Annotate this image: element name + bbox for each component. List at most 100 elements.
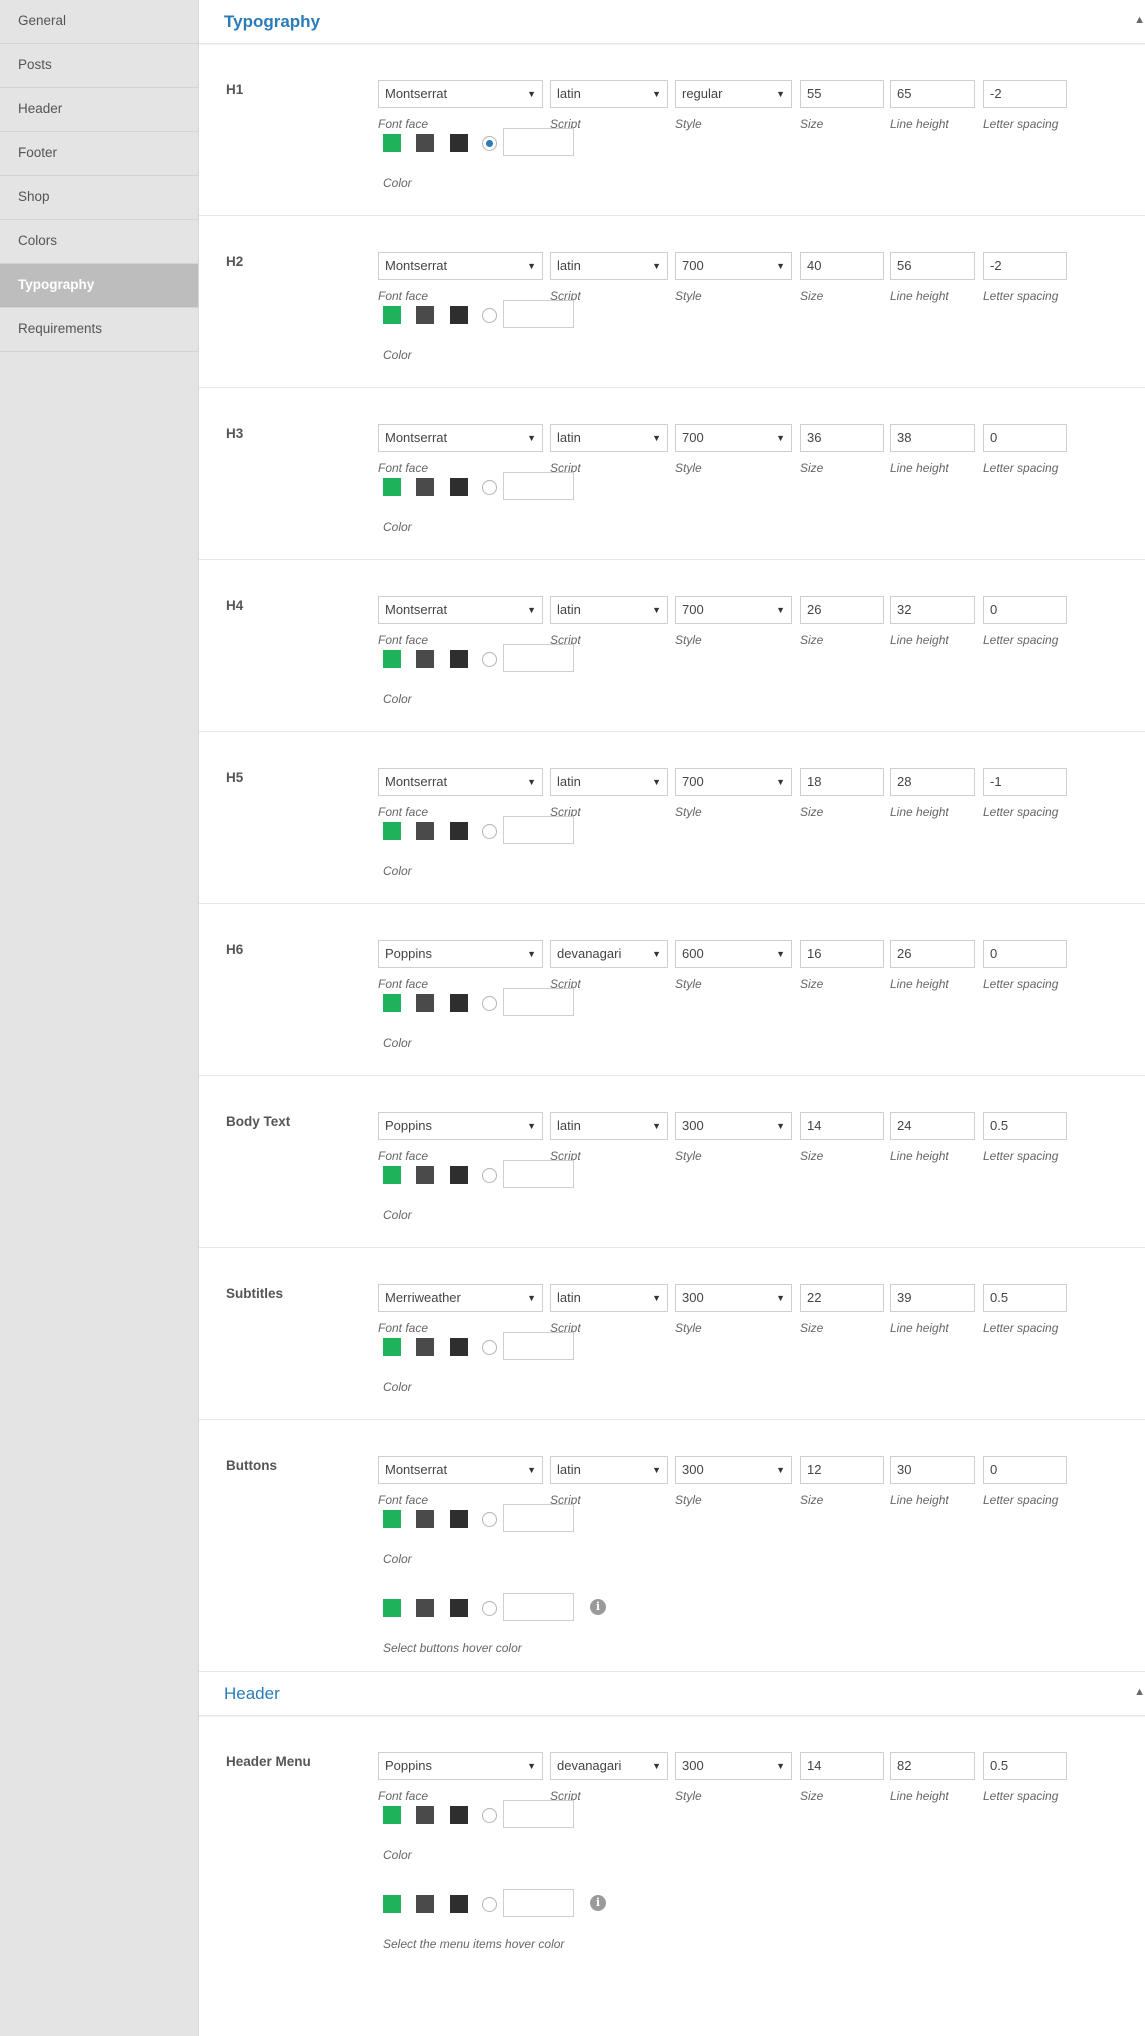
size-input[interactable]: 40 <box>800 252 884 280</box>
swatch-dark-gray[interactable] <box>416 306 434 324</box>
swatch-green[interactable] <box>383 994 401 1012</box>
font-face-select[interactable]: Montserrat ▼ <box>378 424 543 452</box>
swatch-green[interactable] <box>383 1895 401 1913</box>
size-input[interactable]: 22 <box>800 1284 884 1312</box>
swatch-dark-gray[interactable] <box>416 1338 434 1356</box>
swatch-charcoal[interactable] <box>450 134 468 152</box>
swatch-green[interactable] <box>383 1806 401 1824</box>
script-select[interactable]: latin ▼ <box>550 596 668 624</box>
swatch-charcoal[interactable] <box>450 1806 468 1824</box>
custom-color-radio[interactable] <box>482 308 497 323</box>
size-input[interactable]: 14 <box>800 1112 884 1140</box>
color-hex-input[interactable] <box>503 816 574 844</box>
sidebar-item-colors[interactable]: Colors <box>0 220 198 264</box>
custom-color-radio[interactable] <box>482 480 497 495</box>
swatch-green[interactable] <box>383 134 401 152</box>
swatch-charcoal[interactable] <box>450 650 468 668</box>
line-height-input[interactable]: 39 <box>890 1284 975 1312</box>
font-face-select[interactable]: Montserrat ▼ <box>378 1456 543 1484</box>
color-hex-input[interactable] <box>503 1332 574 1360</box>
swatch-dark-gray[interactable] <box>416 1599 434 1617</box>
collapse-icon[interactable]: ▲ <box>1134 14 1145 26</box>
style-select[interactable]: regular ▼ <box>675 80 792 108</box>
script-select[interactable]: devanagari ▼ <box>550 1752 668 1780</box>
sidebar-item-shop[interactable]: Shop <box>0 176 198 220</box>
custom-color-radio[interactable] <box>482 1340 497 1355</box>
collapse-icon[interactable]: ▲ <box>1134 1686 1145 1698</box>
swatch-charcoal[interactable] <box>450 1895 468 1913</box>
sidebar-item-general[interactable]: General <box>0 0 198 44</box>
custom-color-radio[interactable] <box>482 1601 497 1616</box>
custom-color-radio[interactable] <box>482 1808 497 1823</box>
font-face-select[interactable]: Merriweather ▼ <box>378 1284 543 1312</box>
script-select[interactable]: latin ▼ <box>550 80 668 108</box>
swatch-green[interactable] <box>383 1166 401 1184</box>
sidebar-item-posts[interactable]: Posts <box>0 44 198 88</box>
swatch-charcoal[interactable] <box>450 478 468 496</box>
line-height-input[interactable]: 82 <box>890 1752 975 1780</box>
swatch-charcoal[interactable] <box>450 1599 468 1617</box>
script-select[interactable]: latin ▼ <box>550 1284 668 1312</box>
line-height-input[interactable]: 65 <box>890 80 975 108</box>
script-select[interactable]: latin ▼ <box>550 768 668 796</box>
swatch-green[interactable] <box>383 1338 401 1356</box>
line-height-input[interactable]: 38 <box>890 424 975 452</box>
letter-spacing-input[interactable]: 0 <box>983 940 1067 968</box>
swatch-charcoal[interactable] <box>450 1338 468 1356</box>
size-input[interactable]: 18 <box>800 768 884 796</box>
swatch-dark-gray[interactable] <box>416 994 434 1012</box>
style-select[interactable]: 700 ▼ <box>675 424 792 452</box>
color-hex-input[interactable] <box>503 1504 574 1532</box>
swatch-green[interactable] <box>383 478 401 496</box>
letter-spacing-input[interactable]: -2 <box>983 80 1067 108</box>
swatch-charcoal[interactable] <box>450 1166 468 1184</box>
swatch-charcoal[interactable] <box>450 306 468 324</box>
custom-color-radio[interactable] <box>482 1512 497 1527</box>
letter-spacing-input[interactable]: -1 <box>983 768 1067 796</box>
script-select[interactable]: latin ▼ <box>550 424 668 452</box>
line-height-input[interactable]: 28 <box>890 768 975 796</box>
font-face-select[interactable]: Poppins ▼ <box>378 940 543 968</box>
color-hex-input[interactable] <box>503 1800 574 1828</box>
font-face-select[interactable]: Poppins ▼ <box>378 1112 543 1140</box>
swatch-charcoal[interactable] <box>450 994 468 1012</box>
style-select[interactable]: 700 ▼ <box>675 596 792 624</box>
swatch-green[interactable] <box>383 1599 401 1617</box>
letter-spacing-input[interactable]: 0 <box>983 424 1067 452</box>
swatch-dark-gray[interactable] <box>416 1166 434 1184</box>
letter-spacing-input[interactable]: 0.5 <box>983 1752 1067 1780</box>
sidebar-item-footer[interactable]: Footer <box>0 132 198 176</box>
size-input[interactable]: 12 <box>800 1456 884 1484</box>
color-hex-input[interactable] <box>503 128 574 156</box>
script-select[interactable]: latin ▼ <box>550 252 668 280</box>
font-face-select[interactable]: Poppins ▼ <box>378 1752 543 1780</box>
line-height-input[interactable]: 56 <box>890 252 975 280</box>
color-hex-input[interactable] <box>503 988 574 1016</box>
letter-spacing-input[interactable]: 0.5 <box>983 1284 1067 1312</box>
size-input[interactable]: 14 <box>800 1752 884 1780</box>
style-select[interactable]: 700 ▼ <box>675 252 792 280</box>
custom-color-radio[interactable] <box>482 1168 497 1183</box>
custom-color-radio[interactable] <box>482 136 497 151</box>
color-hex-input[interactable] <box>503 1593 574 1621</box>
script-select[interactable]: latin ▼ <box>550 1112 668 1140</box>
font-face-select[interactable]: Montserrat ▼ <box>378 768 543 796</box>
line-height-input[interactable]: 32 <box>890 596 975 624</box>
swatch-dark-gray[interactable] <box>416 478 434 496</box>
letter-spacing-input[interactable]: 0.5 <box>983 1112 1067 1140</box>
typography-section-header[interactable]: Typography ▲ <box>199 0 1145 44</box>
style-select[interactable]: 300 ▼ <box>675 1112 792 1140</box>
line-height-input[interactable]: 30 <box>890 1456 975 1484</box>
swatch-green[interactable] <box>383 822 401 840</box>
color-hex-input[interactable] <box>503 1160 574 1188</box>
style-select[interactable]: 700 ▼ <box>675 768 792 796</box>
info-icon[interactable]: i <box>590 1599 606 1615</box>
sidebar-item-header[interactable]: Header <box>0 88 198 132</box>
font-face-select[interactable]: Montserrat ▼ <box>378 596 543 624</box>
swatch-dark-gray[interactable] <box>416 1510 434 1528</box>
script-select[interactable]: latin ▼ <box>550 1456 668 1484</box>
color-hex-input[interactable] <box>503 300 574 328</box>
swatch-charcoal[interactable] <box>450 822 468 840</box>
swatch-green[interactable] <box>383 306 401 324</box>
header-section-header[interactable]: Header ▲ <box>199 1672 1145 1716</box>
